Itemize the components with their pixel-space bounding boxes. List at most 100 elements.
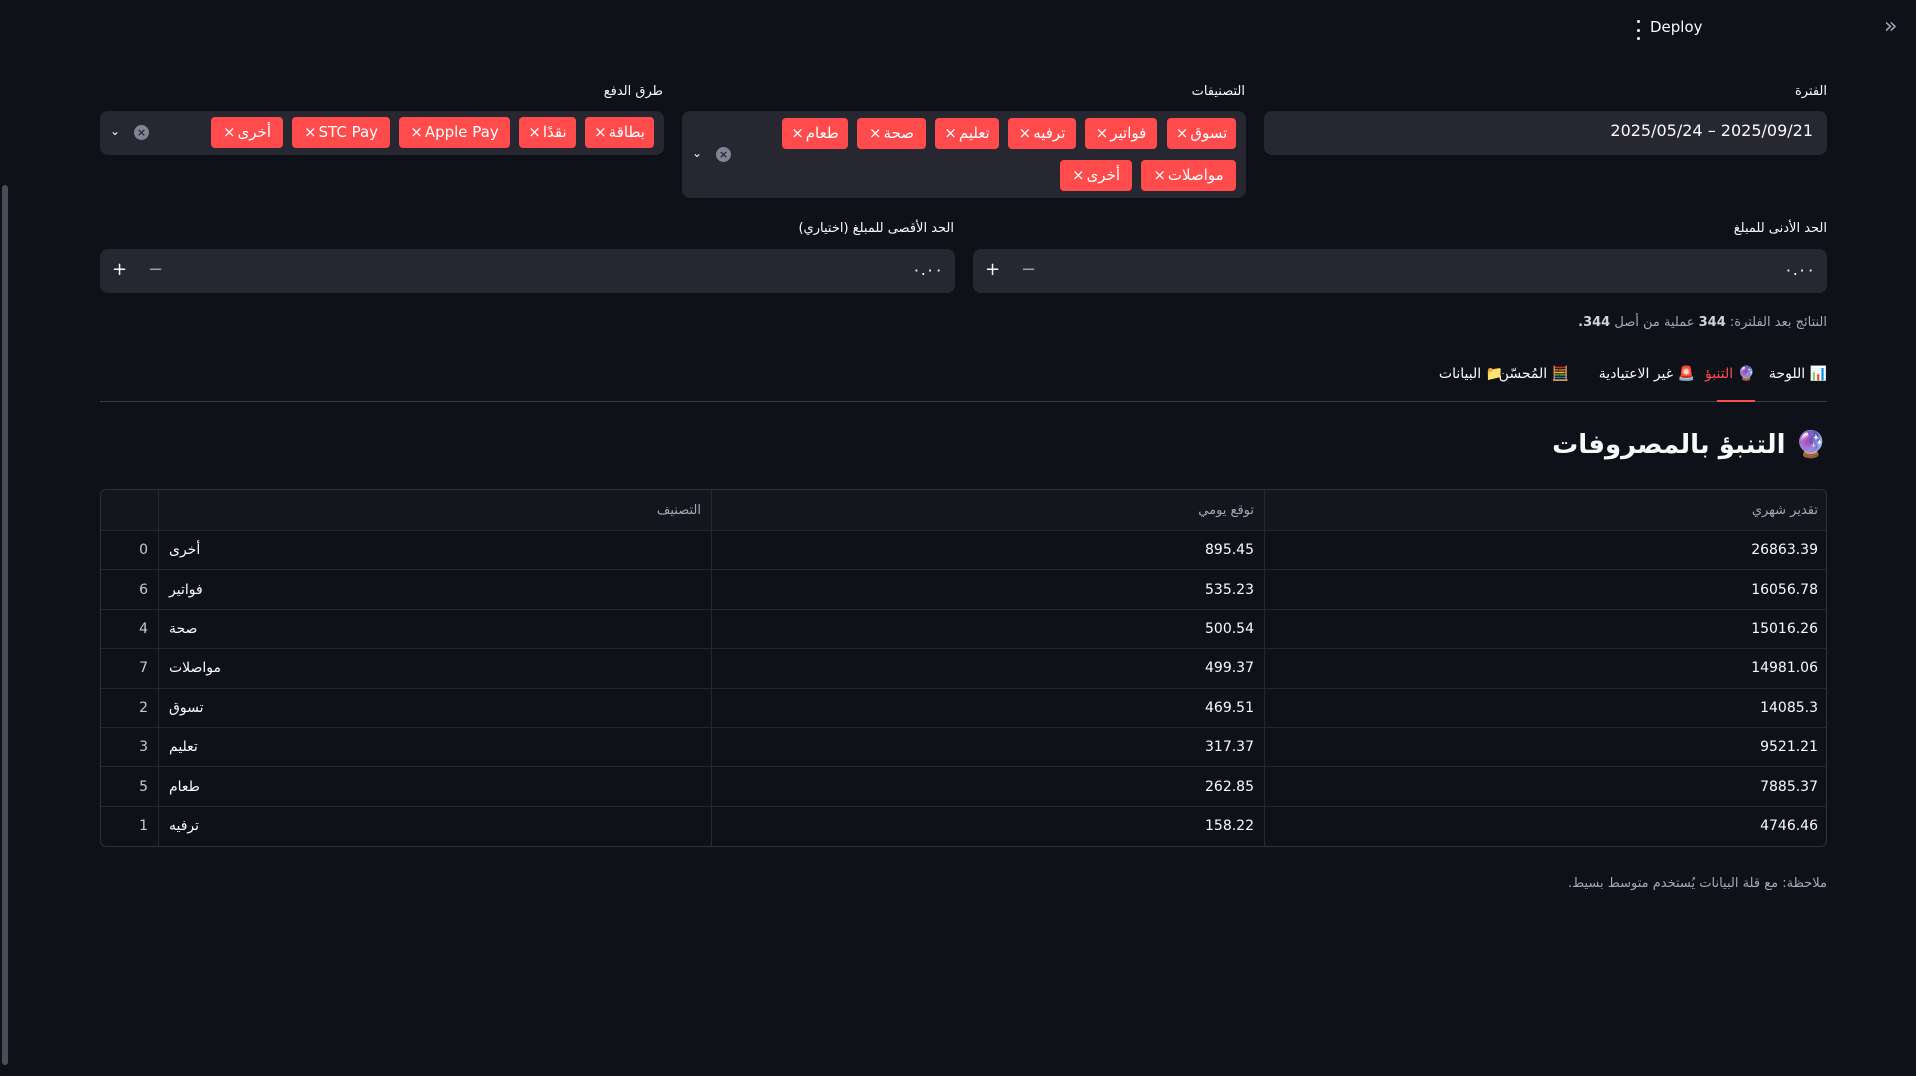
table-row[interactable]: 7 مواصلات 499.37 14981.06 [101, 649, 1826, 689]
category-tag[interactable]: تعليم× [935, 118, 999, 149]
increment-icon[interactable]: + [112, 259, 127, 280]
category-cell[interactable]: تسوق [158, 688, 711, 727]
payment-methods-label: طرق الدفع [603, 84, 663, 99]
decrement-icon[interactable]: − [1021, 259, 1036, 280]
monthly-column-header[interactable]: تقدير شهري [1264, 490, 1826, 530]
category-tag[interactable]: طعام× [782, 118, 848, 149]
monthly-cell[interactable]: 4746.46 [1264, 806, 1826, 847]
tab-optimizer[interactable]: 🧮 المُحسّن [1499, 366, 1569, 382]
table-row[interactable]: 1 ترفيه 158.22 4746.46 [101, 806, 1826, 847]
row-index: 1 [139, 818, 148, 835]
daily-cell[interactable]: 469.51 [711, 688, 1264, 727]
row-index: 3 [139, 739, 148, 756]
tag-remove-icon[interactable]: × [594, 123, 607, 141]
row-index: 5 [139, 778, 148, 795]
row-index: 7 [139, 660, 148, 677]
daily-cell[interactable]: 262.85 [711, 767, 1264, 806]
category-cell[interactable]: أخرى [158, 531, 711, 570]
collapse-sidebar-icon[interactable]: » [1884, 14, 1897, 39]
tag-remove-icon[interactable]: × [1096, 124, 1109, 142]
tab-forecast[interactable]: 🔮 التنبؤ [1705, 366, 1755, 382]
period-date-value: 2025/05/24 – 2025/09/21 [1610, 121, 1813, 140]
daily-cell[interactable]: 535.23 [711, 570, 1264, 609]
abacus-icon: 🧮 [1551, 366, 1569, 382]
monthly-cell[interactable]: 15016.26 [1264, 609, 1826, 649]
period-date-input[interactable]: 2025/05/24 – 2025/09/21 [1264, 111, 1827, 155]
daily-cell[interactable]: 317.37 [711, 727, 1264, 767]
table-header-row: التصنيف توقع يومي تقدير شهري [101, 490, 1826, 531]
table-row[interactable]: 3 تعليم 317.37 9521.21 [101, 727, 1826, 768]
tag-remove-icon[interactable]: × [528, 123, 541, 141]
tag-remove-icon[interactable]: × [1153, 166, 1166, 184]
category-cell[interactable]: صحة [158, 609, 711, 649]
table-row[interactable]: 6 فواتير 535.23 16056.78 [101, 570, 1826, 610]
row-index: 2 [139, 699, 148, 716]
daily-cell[interactable]: 158.22 [711, 806, 1264, 847]
tag-remove-icon[interactable]: × [304, 123, 317, 141]
table-row[interactable]: 0 أخرى 895.45 26863.39 [101, 531, 1826, 571]
tag-remove-icon[interactable]: × [1019, 124, 1032, 142]
category-tag[interactable]: أخرى× [1060, 160, 1132, 191]
tab-data[interactable]: 📁 البيانات [1439, 366, 1503, 382]
clear-categories-icon[interactable]: × [716, 147, 731, 162]
table-row[interactable]: 5 طعام 262.85 7885.37 [101, 767, 1826, 807]
monthly-cell[interactable]: 14085.3 [1264, 688, 1826, 727]
payment-methods-multiselect[interactable]: بطاقة× نقدًا× Apple Pay× STC Pay× أخرى× … [100, 111, 664, 155]
payment-tag[interactable]: بطاقة× [585, 117, 654, 148]
tag-remove-icon[interactable]: × [944, 124, 957, 142]
payment-tag[interactable]: نقدًا× [519, 117, 576, 148]
tab-anomalies[interactable]: 🚨 غير الاعتيادية [1599, 366, 1695, 382]
category-tag[interactable]: صحة× [857, 118, 926, 149]
decrement-icon[interactable]: − [148, 259, 163, 280]
monthly-cell[interactable]: 14981.06 [1264, 649, 1826, 688]
category-tag[interactable]: فواتير× [1085, 118, 1157, 149]
daily-cell[interactable]: 500.54 [711, 609, 1264, 649]
table-row[interactable]: 4 صحة 500.54 15016.26 [101, 609, 1826, 650]
categories-label: التصنيفات [1191, 84, 1245, 99]
forecast-table[interactable]: التصنيف توقع يومي تقدير شهري 0 أخرى 895.… [100, 489, 1827, 848]
max-amount-label: الحد الأقصى للمبلغ (اختياري) [798, 221, 954, 236]
tag-remove-icon[interactable]: × [1072, 166, 1085, 184]
daily-column-header[interactable]: توقع يومي [711, 490, 1264, 530]
payment-tag[interactable]: أخرى× [211, 117, 283, 148]
active-tab-underline [1717, 400, 1755, 402]
category-cell[interactable]: ترفيه [158, 806, 711, 847]
chevron-down-icon[interactable]: ⌄ [110, 124, 120, 138]
category-cell[interactable]: مواصلات [158, 649, 711, 688]
chevron-down-icon[interactable]: ⌄ [692, 146, 702, 160]
max-amount-input[interactable]: ٠.٠٠ − + [100, 249, 955, 293]
increment-icon[interactable]: + [985, 259, 1000, 280]
tag-remove-icon[interactable]: × [791, 124, 804, 142]
siren-icon: 🚨 [1677, 366, 1695, 382]
payment-tag[interactable]: Apple Pay× [399, 117, 510, 148]
category-tag[interactable]: مواصلات× [1141, 160, 1236, 191]
tag-remove-icon[interactable]: × [410, 123, 423, 141]
categories-multiselect[interactable]: تسوق× فواتير× ترفيه× تعليم× صحة× طعام× م… [682, 111, 1246, 198]
tab-dashboard[interactable]: 📊 اللوحة [1769, 366, 1827, 382]
category-cell[interactable]: فواتير [158, 570, 711, 609]
tag-remove-icon[interactable]: × [223, 123, 236, 141]
monthly-cell[interactable]: 16056.78 [1264, 570, 1826, 609]
category-cell[interactable]: طعام [158, 767, 711, 806]
daily-cell[interactable]: 895.45 [711, 531, 1264, 570]
monthly-cell[interactable]: 7885.37 [1264, 767, 1826, 806]
category-tag[interactable]: تسوق× [1167, 118, 1236, 149]
table-row[interactable]: 2 تسوق 469.51 14085.3 [101, 688, 1826, 728]
page-scrollbar[interactable] [2, 185, 8, 1065]
clear-payment-methods-icon[interactable]: × [134, 125, 149, 140]
index-column-header [101, 490, 158, 530]
tag-remove-icon[interactable]: × [1176, 124, 1189, 142]
min-amount-input[interactable]: ٠.٠٠ − + [973, 249, 1827, 293]
monthly-cell[interactable]: 9521.21 [1264, 727, 1826, 767]
min-amount-value: ٠.٠٠ [1784, 260, 1815, 279]
category-tag[interactable]: ترفيه× [1008, 118, 1076, 149]
payment-tag[interactable]: STC Pay× [292, 117, 390, 148]
section-title: 🔮 التنبؤ بالمصروفات [1552, 430, 1827, 460]
tag-remove-icon[interactable]: × [869, 124, 882, 142]
category-cell[interactable]: تعليم [158, 727, 711, 767]
main-content: الفترة التصنيفات طرق الدفع 2025/05/24 – … [100, 0, 1827, 1076]
category-column-header[interactable]: التصنيف [158, 490, 711, 530]
daily-cell[interactable]: 499.37 [711, 649, 1264, 688]
crystal-ball-icon: 🔮 [1794, 430, 1827, 460]
monthly-cell[interactable]: 26863.39 [1264, 531, 1826, 570]
